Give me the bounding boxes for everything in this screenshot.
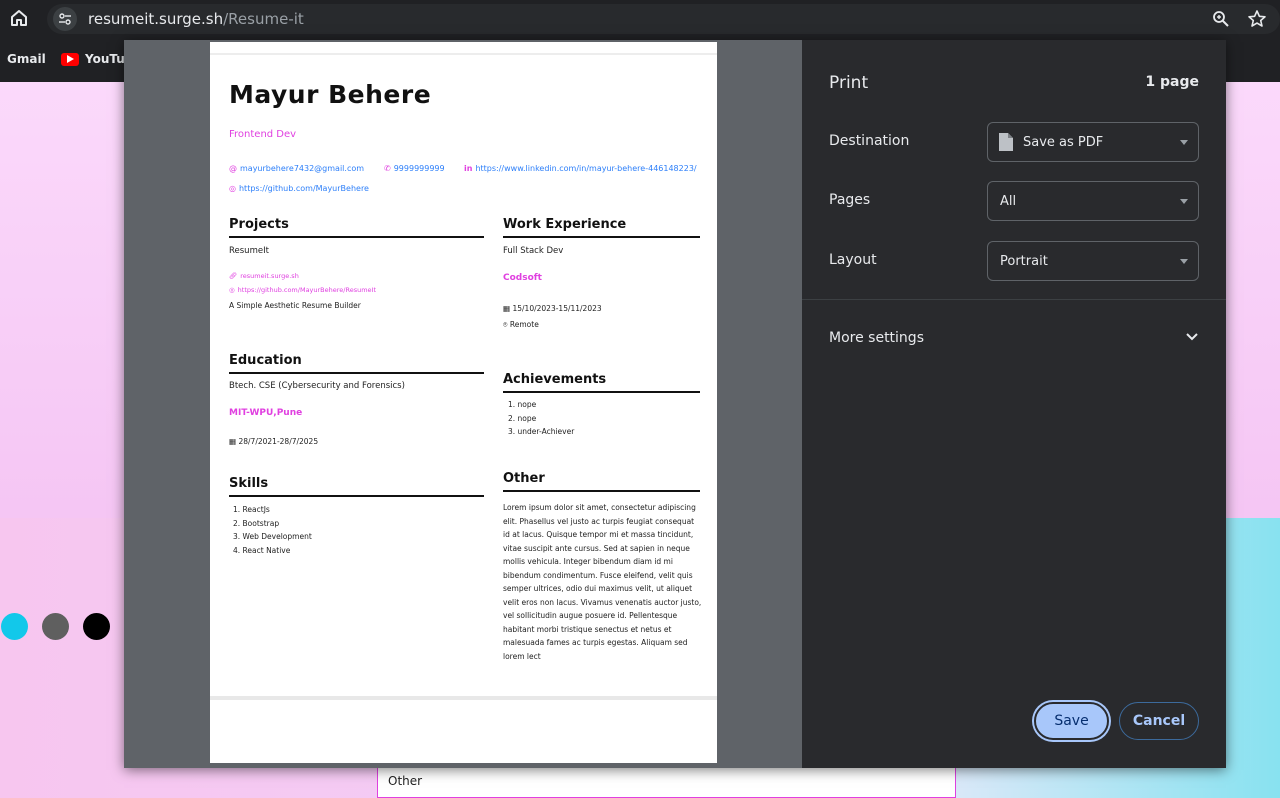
work-location-text: Remote xyxy=(509,320,539,329)
page-top-divider xyxy=(210,53,717,55)
project-repo-text: https://github.com/MayurBehere/ResumeIt xyxy=(237,286,377,294)
resume-email-text: mayurbehere7432@gmail.com xyxy=(240,164,365,173)
project-site-text: resumeit.surge.sh xyxy=(240,272,299,280)
list-item: 2. nope xyxy=(508,413,537,423)
resume-phone-text: 9999999999 xyxy=(393,164,445,173)
work-company: Codsoft xyxy=(503,273,542,283)
resume-role: Frontend Dev xyxy=(229,129,297,140)
linkedin-icon: in xyxy=(464,164,473,173)
project-site: 🔗︎ resumeit.surge.sh xyxy=(229,272,299,280)
achievements-list: 1. nope 2. nope 3. under-Achiever xyxy=(508,400,574,441)
theme-color-swatch-black[interactable] xyxy=(83,613,110,640)
achievements-rule xyxy=(503,391,700,393)
work-title: Full Stack Dev xyxy=(503,246,564,256)
list-item: 4. React Native xyxy=(233,545,291,555)
document-icon xyxy=(999,133,1013,155)
url-text: resumeit.surge.sh/Resume-it xyxy=(88,10,304,28)
chevron-down-icon xyxy=(1185,330,1199,348)
other-text: Lorem ipsum dolor sit amet, consectetur … xyxy=(503,503,702,661)
print-settings-panel: Print 1 page Destination Save as PDF Pag… xyxy=(802,40,1226,768)
project-description: A Simple Aesthetic Resume Builder xyxy=(229,301,361,310)
work-dates-text: 15/10/2023-15/11/2023 xyxy=(512,304,602,313)
list-item: 3. under-Achiever xyxy=(508,427,575,436)
github-icon: ◎ xyxy=(229,286,235,294)
youtube-icon xyxy=(61,52,79,66)
education-school: MIT-WPU,Pune xyxy=(229,408,303,418)
destination-label: Destination xyxy=(829,133,910,149)
url-domain: resumeit.surge.sh xyxy=(88,10,224,28)
layout-select[interactable]: Portrait xyxy=(987,241,1199,281)
achievements-heading: Achievements xyxy=(503,372,607,387)
other-heading: Other xyxy=(503,471,545,486)
bookmark-gmail-label: Gmail xyxy=(7,52,46,66)
education-degree: Btech. CSE (Cybersecurity and Forensics) xyxy=(229,381,405,391)
page-count: 1 page xyxy=(1145,74,1199,90)
dropdown-caret-icon xyxy=(1180,199,1188,204)
zoom-icon[interactable] xyxy=(1210,8,1232,30)
settings-divider xyxy=(802,299,1226,300)
resume-github-text: https://github.com/MayurBehere xyxy=(238,184,369,193)
education-dates-text: 28/7/2021-28/7/2025 xyxy=(238,437,319,446)
list-item: 3. Web Development xyxy=(233,532,312,541)
project-repo: ◎ https://github.com/MayurBehere/ResumeIt xyxy=(229,286,376,294)
resume-linkedin-text: https://www.linkedin.com/in/mayur-behere… xyxy=(475,164,697,173)
more-settings-label: More settings xyxy=(829,330,924,346)
site-info-icon[interactable] xyxy=(53,7,77,31)
bookmark-star-icon[interactable] xyxy=(1246,8,1268,30)
layout-value: Portrait xyxy=(1000,254,1048,269)
skills-list: 1. ReactJs 2. Bootstrap 3. Web Developme… xyxy=(233,505,312,559)
education-dates: ▦ 28/7/2021-28/7/2025 xyxy=(229,437,318,446)
dropdown-caret-icon xyxy=(1180,140,1188,145)
education-heading: Education xyxy=(229,353,302,368)
phone-icon: ✆ xyxy=(384,164,391,173)
resume-preview-page: Mayur Behere Frontend Dev @ mayurbehere74… xyxy=(210,42,717,763)
education-rule xyxy=(229,372,484,374)
resume-github: ◎ https://github.com/MayurBehere xyxy=(229,184,369,193)
resume-phone: ✆ 9999999999 xyxy=(384,164,445,173)
theme-color-swatch-cyan[interactable] xyxy=(1,613,28,640)
destination-value: Save as PDF xyxy=(1023,135,1104,150)
resume-linkedin: in https://www.linkedin.com/in/mayur-behe… xyxy=(464,164,697,173)
skills-heading: Skills xyxy=(229,476,269,491)
bookmark-gmail[interactable]: Gmail xyxy=(7,52,46,66)
pages-value: All xyxy=(1000,194,1017,209)
dropdown-caret-icon xyxy=(1180,259,1188,264)
resume-email: @ mayurbehere7432@gmail.com xyxy=(229,164,364,173)
destination-select[interactable]: Save as PDF xyxy=(987,122,1199,162)
resume-name: Mayur Behere xyxy=(229,80,432,109)
skills-rule xyxy=(229,495,484,497)
link-icon: 🔗︎ xyxy=(229,272,238,280)
page-break xyxy=(210,696,717,700)
list-item: 1. nope xyxy=(508,400,537,409)
print-dialog: Mayur Behere Frontend Dev @ mayurbehere74… xyxy=(124,40,1226,768)
save-button[interactable]: Save xyxy=(1034,702,1109,740)
other-rule xyxy=(503,490,700,492)
print-preview: Mayur Behere Frontend Dev @ mayurbehere74… xyxy=(124,40,802,768)
theme-color-swatch-gray[interactable] xyxy=(42,613,69,640)
project-title: ResumeIt xyxy=(229,246,269,256)
location-pin-icon: ⌾ xyxy=(503,320,510,329)
other-section-input[interactable]: Other xyxy=(377,766,956,798)
more-settings-toggle[interactable]: More settings xyxy=(829,330,1199,352)
projects-heading: Projects xyxy=(229,217,289,232)
print-title: Print xyxy=(829,73,869,93)
home-icon[interactable] xyxy=(6,5,32,31)
projects-rule xyxy=(229,236,484,238)
pages-select[interactable]: All xyxy=(987,181,1199,221)
work-heading: Work Experience xyxy=(503,217,627,232)
github-icon: ◎ xyxy=(229,184,236,193)
work-location: ⌾ Remote xyxy=(503,320,539,330)
list-item: 1. ReactJs xyxy=(233,505,270,514)
url-path: /Resume-it xyxy=(223,10,304,28)
work-dates: ▦ 15/10/2023-15/11/2023 xyxy=(503,304,602,313)
list-item: 2. Bootstrap xyxy=(233,518,280,528)
layout-label: Layout xyxy=(829,252,877,268)
address-bar[interactable]: resumeit.surge.sh/Resume-it xyxy=(47,4,1280,34)
work-rule xyxy=(503,236,700,238)
cancel-button[interactable]: Cancel xyxy=(1119,702,1199,740)
at-icon: @ xyxy=(229,164,237,173)
pages-label: Pages xyxy=(829,192,871,208)
browser-toolbar: resumeit.surge.sh/Resume-it xyxy=(0,0,1280,38)
